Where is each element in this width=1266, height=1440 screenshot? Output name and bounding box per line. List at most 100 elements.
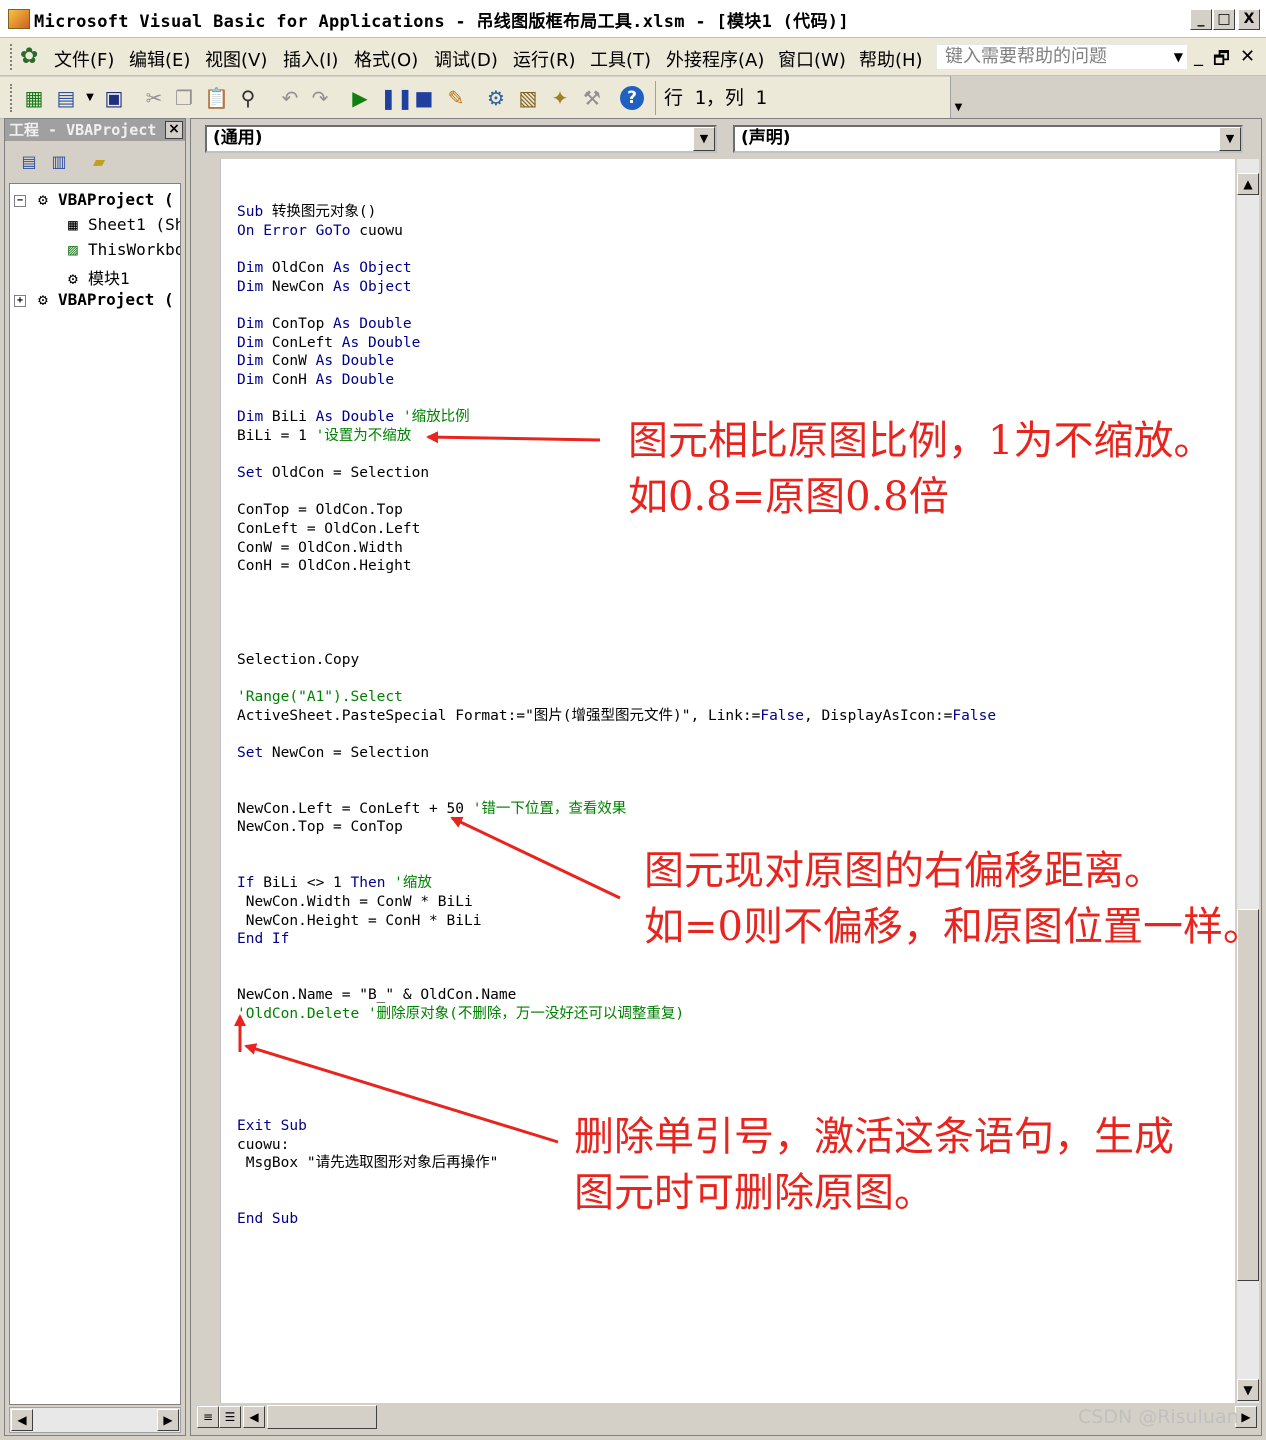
menu-file[interactable]: 文件(F) xyxy=(54,46,114,72)
toggle-folders-icon[interactable]: ▰ xyxy=(87,151,111,173)
code-line[interactable]: NewCon.Width = ConW * BiLi xyxy=(237,893,473,911)
undo-icon[interactable]: ↶ xyxy=(278,86,302,110)
horizontal-scroll-thumb[interactable] xyxy=(267,1405,377,1429)
code-line[interactable]: Dim OldCon As Object xyxy=(237,259,412,277)
redo-icon[interactable]: ↷ xyxy=(308,86,332,110)
insert-module-icon[interactable]: ▤ xyxy=(54,86,78,110)
project-explorer-icon[interactable]: ⚙ xyxy=(484,86,508,110)
mdi-close-button[interactable]: ✕ xyxy=(1240,46,1255,67)
chevron-down-icon[interactable]: ▼ xyxy=(1219,127,1241,151)
minimize-button[interactable]: _ xyxy=(1190,9,1212,30)
code-line[interactable]: Dim ConLeft As Double xyxy=(237,334,420,352)
run-icon[interactable]: ▶ xyxy=(348,86,372,110)
expand-icon[interactable]: + xyxy=(14,294,26,307)
code-line[interactable]: NewCon.Left = ConLeft + 50 '错一下位置，查看效果 xyxy=(237,800,626,818)
collapse-icon[interactable]: − xyxy=(14,194,26,207)
tree-item-sheet1[interactable]: ▦ Sheet1 (She xyxy=(62,215,180,234)
toolbar-options-icon[interactable]: ▼ xyxy=(950,76,966,118)
procedure-combo[interactable]: (声明) ▼ xyxy=(733,125,1243,153)
design-mode-icon[interactable]: ✎ xyxy=(444,86,468,110)
code-line[interactable]: ConLeft = OldCon.Left xyxy=(237,520,420,538)
code-line[interactable]: On Error GoTo cuowu xyxy=(237,222,403,240)
scroll-left-icon[interactable]: ◀ xyxy=(11,1409,33,1431)
mdi-minimize-button[interactable]: _ xyxy=(1194,46,1203,67)
code-line[interactable]: Exit Sub xyxy=(237,1117,307,1135)
code-line[interactable]: Set OldCon = Selection xyxy=(237,464,429,482)
procedure-view-icon[interactable]: ≡ xyxy=(197,1406,219,1428)
code-line[interactable]: ConW = OldCon.Width xyxy=(237,539,403,557)
scroll-down-icon[interactable]: ▼ xyxy=(1237,1379,1259,1401)
copy-icon[interactable]: ❐ xyxy=(172,86,196,110)
code-line[interactable]: ConTop = OldCon.Top xyxy=(237,501,403,519)
code-line[interactable]: Selection.Copy xyxy=(237,651,359,669)
tree-item-module1[interactable]: ⚙ 模块1 xyxy=(62,265,129,289)
object-combo[interactable]: (通用) ▼ xyxy=(205,125,717,153)
mdi-restore-button[interactable]: 🗗 xyxy=(1213,46,1230,76)
properties-icon[interactable]: ▧ xyxy=(516,86,540,110)
vba-menu-icon[interactable]: ✿ xyxy=(20,44,38,69)
code-line[interactable]: Dim ConTop As Double xyxy=(237,315,412,333)
close-icon[interactable]: × xyxy=(165,121,183,139)
menu-tools[interactable]: 工具(T) xyxy=(590,46,651,72)
menu-run[interactable]: 运行(R) xyxy=(513,46,576,72)
help-question-input[interactable]: 键入需要帮助的问题 ▼ xyxy=(936,44,1188,70)
cut-icon[interactable]: ✂ xyxy=(142,86,166,110)
menu-edit[interactable]: 编辑(E) xyxy=(129,46,190,72)
code-line[interactable]: NewCon.Name = "B_" & OldCon.Name xyxy=(237,986,516,1004)
chevron-down-icon[interactable]: ▼ xyxy=(1174,45,1183,69)
reset-icon[interactable]: ■ xyxy=(412,86,436,110)
help-icon[interactable]: ? xyxy=(620,86,644,110)
code-line[interactable]: ActiveSheet.PasteSpecial Format:="图片(增强型… xyxy=(237,707,996,725)
code-line[interactable]: 'Range("A1").Select xyxy=(237,688,403,706)
toolbox-icon[interactable]: ⚒ xyxy=(580,86,604,110)
code-line[interactable]: Set NewCon = Selection xyxy=(237,744,429,762)
code-line[interactable]: Dim ConW As Double xyxy=(237,352,394,370)
full-module-view-icon[interactable]: ☰ xyxy=(219,1406,241,1428)
find-icon[interactable]: ⚲ xyxy=(236,86,260,110)
toolbar-grip[interactable] xyxy=(10,84,14,112)
menu-debug[interactable]: 调试(D) xyxy=(434,46,498,72)
tree-item-thisworkbook[interactable]: ▨ ThisWorkbook xyxy=(62,240,180,259)
scroll-right-icon[interactable]: ▶ xyxy=(157,1409,179,1431)
menu-format[interactable]: 格式(O) xyxy=(354,46,418,72)
view-code-icon[interactable]: ▤ xyxy=(17,151,41,173)
close-button[interactable]: X xyxy=(1238,9,1260,30)
chevron-down-icon[interactable]: ▼ xyxy=(78,86,102,110)
menu-insert[interactable]: 插入(I) xyxy=(283,46,338,72)
vertical-scroll-thumb[interactable] xyxy=(1237,909,1259,1281)
tree-item-vbaproject-2[interactable]: + ⚙ VBAProject ( xyxy=(14,290,174,309)
menubar-grip[interactable] xyxy=(10,44,14,70)
menu-window[interactable]: 窗口(W) xyxy=(778,46,846,72)
code-line[interactable]: If BiLi <> 1 Then '缩放 xyxy=(237,874,432,892)
tree-item-vbaproject-1[interactable]: − ⚙ VBAProject ( xyxy=(14,190,174,209)
save-icon[interactable]: ▣ xyxy=(102,86,126,110)
menu-addins[interactable]: 外接程序(A) xyxy=(666,46,764,72)
code-line[interactable]: NewCon.Top = ConTop xyxy=(237,818,403,836)
code-line[interactable]: cuowu: xyxy=(237,1136,289,1154)
scroll-left-icon[interactable]: ◀ xyxy=(243,1406,265,1428)
code-line[interactable]: End If xyxy=(237,930,289,948)
code-line[interactable]: BiLi = 1 '设置为不缩放 xyxy=(237,427,411,445)
code-line[interactable]: Dim ConH As Double xyxy=(237,371,394,389)
code-line[interactable]: NewCon.Height = ConH * BiLi xyxy=(237,912,482,930)
break-icon[interactable]: ❚❚ xyxy=(380,86,414,110)
paste-icon[interactable]: 📋 xyxy=(204,86,229,110)
view-object-icon[interactable]: ▥ xyxy=(47,151,71,173)
code-line[interactable]: MsgBox "请先选取图形对象后再操作" xyxy=(237,1154,499,1172)
code-line[interactable]: Dim NewCon As Object xyxy=(237,278,412,296)
code-margin-indicator-bar[interactable] xyxy=(193,159,221,1403)
code-line[interactable]: ConH = OldCon.Height xyxy=(237,557,412,575)
project-horizontal-scrollbar[interactable]: ◀ ▶ xyxy=(9,1407,181,1433)
code-keyword: Set xyxy=(237,744,264,761)
code-line[interactable]: End Sub xyxy=(237,1210,298,1228)
scroll-up-icon[interactable]: ▲ xyxy=(1237,173,1259,195)
code-line[interactable]: Sub 转换图元对象() xyxy=(237,203,376,221)
code-line[interactable]: 'OldCon.Delete '删除原对象(不删除，万一没好还可以调整重复) xyxy=(237,1005,684,1023)
menu-help[interactable]: 帮助(H) xyxy=(859,46,923,72)
code-line[interactable]: Dim BiLi As Double '缩放比例 xyxy=(237,408,470,426)
restore-button[interactable]: □ xyxy=(1213,9,1235,30)
object-browser-icon[interactable]: ✦ xyxy=(548,86,572,110)
view-excel-icon[interactable]: ▦ xyxy=(22,86,46,110)
chevron-down-icon[interactable]: ▼ xyxy=(693,127,715,151)
menu-view[interactable]: 视图(V) xyxy=(205,46,267,72)
